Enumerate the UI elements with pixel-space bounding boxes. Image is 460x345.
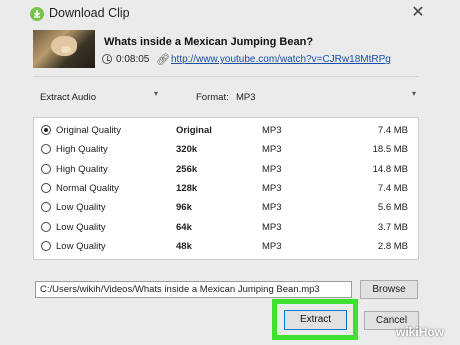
download-clip-dialog: Download Clip ✕ Whats inside a Mexican J… [0,0,460,345]
quality-option-row[interactable]: Normal Quality 128k MP3 7.4 MB [34,179,418,198]
quality-bitrate: 48k [176,240,192,252]
quality-option-row[interactable]: Low Quality 48k MP3 2.8 MB [34,237,418,256]
quality-name: Low Quality [56,202,106,214]
quality-option-row[interactable]: High Quality 320k MP3 18.5 MB [34,140,418,159]
mode-select-value: Extract Audio [40,92,96,103]
output-path-field[interactable]: C:/Users/wikih/Videos/Whats inside a Mex… [35,281,352,298]
video-url-link[interactable]: http://www.youtube.com/watch?v=CJRw18MtR… [171,54,391,65]
app-logo-icon [30,7,44,21]
video-duration: 0:08:05 [116,54,150,65]
chevron-down-icon: ▾ [411,89,416,98]
quality-radio[interactable] [41,182,51,193]
quality-bitrate: 64k [176,221,192,233]
quality-name: Original Quality [56,125,121,136]
quality-radio[interactable] [41,202,51,213]
output-path-value: C:/Users/wikih/Videos/Whats inside a Mex… [40,284,320,295]
quality-size: 7.4 MB [377,182,408,194]
clock-icon [102,54,112,64]
quality-size: 18.5 MB [372,144,408,156]
link-icon: 🔗︎ [156,54,170,66]
video-title: Whats inside a Mexican Jumping Bean? [104,36,314,48]
quality-format: MP3 [262,144,282,156]
wikihow-watermark: wikiHow [396,325,445,339]
title-bar: Download Clip ✕ [0,0,460,28]
quality-radio[interactable] [41,125,51,135]
divider [33,76,419,77]
format-select-value: MP3 [236,92,256,103]
quality-format: MP3 [262,221,282,233]
video-thumbnail [33,30,95,68]
quality-name: Low Quality [56,221,106,233]
browse-button[interactable]: Browse [360,280,418,299]
quality-bitrate: 128k [176,182,198,194]
mode-select[interactable]: Extract Audio ▾ [35,89,161,105]
quality-format: MP3 [262,163,282,175]
format-label: Format: [196,92,229,103]
quality-format: MP3 [262,240,282,252]
quality-format: MP3 [262,125,282,136]
quality-size: 14.8 MB [372,163,408,175]
quality-bitrate: Original [176,125,212,136]
quality-size: 7.4 MB [377,125,408,136]
window-title: Download Clip [49,6,130,20]
quality-option-row[interactable]: Original Quality Original MP3 7.4 MB [34,121,418,140]
quality-list: Original Quality Original MP3 7.4 MB High Qu… [33,117,419,260]
quality-size: 3.7 MB [377,221,408,233]
quality-name: Normal Quality [56,182,119,194]
quality-name: High Quality [56,144,108,156]
format-select[interactable]: MP3 ▾ [231,89,419,105]
quality-radio[interactable] [41,221,51,232]
close-icon[interactable]: ✕ [408,3,428,23]
quality-option-row[interactable]: Low Quality 64k MP3 3.7 MB [34,218,418,237]
quality-size: 2.8 MB [377,240,408,252]
quality-bitrate: 96k [176,202,192,214]
quality-option-row[interactable]: Low Quality 96k MP3 5.6 MB [34,198,418,217]
quality-bitrate: 320k [176,144,198,156]
extract-button[interactable]: Extract [284,310,347,330]
quality-size: 5.6 MB [377,202,408,214]
quality-option-row[interactable]: High Quality 256k MP3 14.8 MB [34,160,418,179]
quality-name: Low Quality [56,240,106,252]
quality-format: MP3 [262,202,282,214]
quality-format: MP3 [262,182,282,194]
chevron-down-icon: ▾ [153,89,158,98]
quality-bitrate: 256k [176,163,198,175]
quality-name: High Quality [56,163,108,175]
quality-radio[interactable] [41,144,51,155]
quality-radio[interactable] [41,240,51,251]
quality-radio[interactable] [41,163,51,174]
